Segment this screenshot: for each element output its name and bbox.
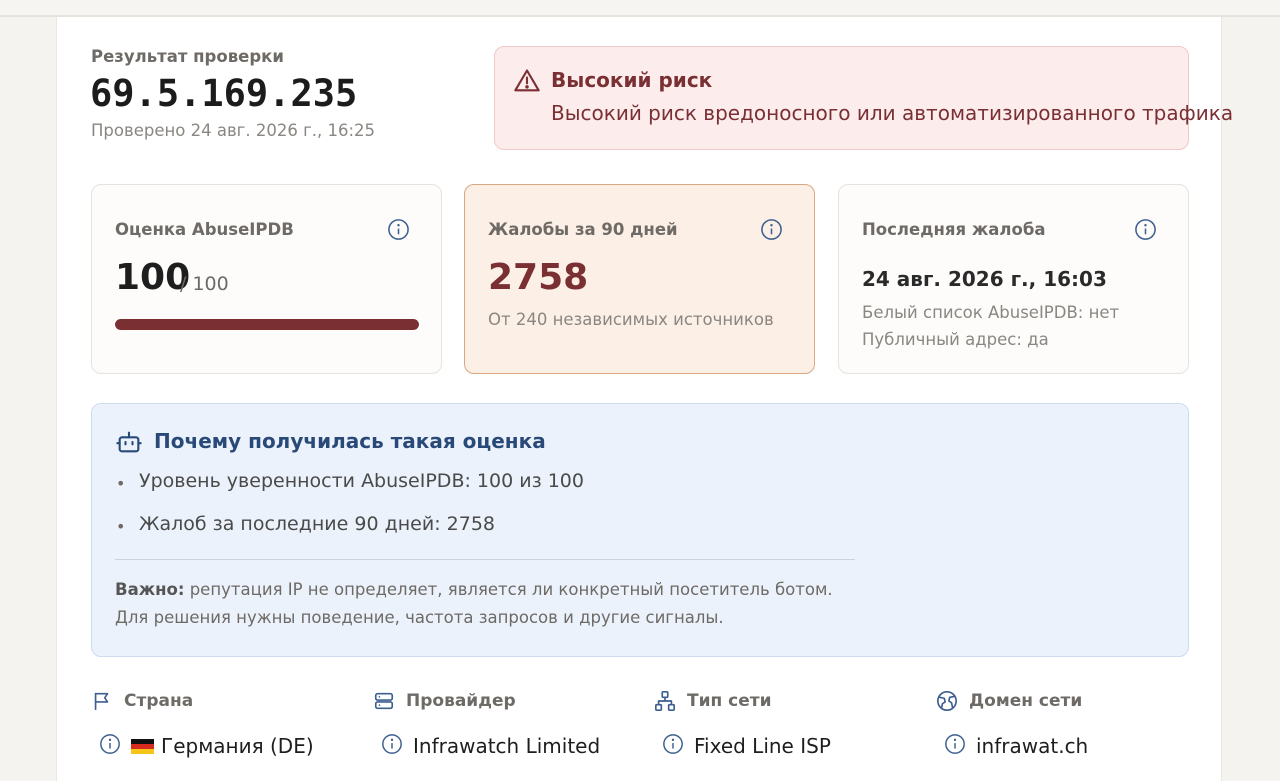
info-icon[interactable] — [99, 733, 121, 755]
globe-icon — [937, 691, 957, 711]
important-note: Важно: репутация IP не определяет, являе… — [115, 576, 835, 632]
info-icon[interactable] — [944, 733, 966, 755]
germany-flag-icon — [131, 739, 154, 754]
network-icon — [655, 691, 675, 711]
meta-value: Infrawatch Limited — [413, 734, 601, 758]
info-icon[interactable] — [1134, 218, 1157, 241]
risk-alert: Высокий риск Высокий риск вредоносного и… — [494, 46, 1233, 150]
note-text: репутация IP не определяет, является ли … — [115, 580, 833, 627]
meta-label: Страна — [124, 691, 194, 711]
flag-icon — [94, 692, 109, 711]
info-icon[interactable] — [381, 733, 403, 755]
public-address-status: Публичный адрес: да — [862, 330, 1049, 349]
explanation-item: Жалоб за последние 90 дней: 2758 — [139, 513, 495, 535]
result-label: Результат проверки — [91, 47, 284, 66]
ip-address: 69.5.169.235 — [90, 72, 358, 115]
top-bar — [0, 0, 1280, 17]
meta-value: Германия (DE) — [131, 734, 314, 758]
card-title: Оценка AbuseIPDB — [115, 220, 294, 239]
card-title: Жалобы за 90 дней — [488, 220, 678, 239]
meta-label: Провайдер — [406, 691, 516, 711]
server-icon — [374, 692, 394, 710]
checked-timestamp: Проверено 24 авг. 2026 г., 16:25 — [91, 121, 376, 140]
note-label: Важно: — [115, 580, 185, 599]
whitelist-status: Белый список AbuseIPDB: нет — [862, 303, 1120, 322]
last-report-card: Последняя жалоба 24 авг. 2026 г., 16:03 … — [838, 184, 1189, 374]
score-progress-bar — [115, 319, 419, 330]
explanation-title: Почему получилась такая оценка — [154, 429, 546, 453]
explanation-item: Уровень уверенности AbuseIPDB: 100 из 10… — [139, 470, 584, 492]
abuse-score-card: Оценка AbuseIPDB 100 / 100 — [91, 184, 442, 374]
reports-card: Жалобы за 90 дней 2758 От 240 независимы… — [464, 184, 815, 374]
bullet: • — [116, 517, 126, 536]
score-explanation: Почему получилась такая оценка • Уровень… — [91, 403, 1189, 657]
info-icon[interactable] — [760, 218, 783, 241]
card-title: Последняя жалоба — [862, 220, 1046, 239]
alert-description: Высокий риск вредоносного или автоматизи… — [551, 101, 1234, 125]
meta-label: Тип сети — [687, 691, 772, 711]
meta-value: infrawat.ch — [976, 734, 1089, 758]
reports-count: 2758 — [488, 257, 589, 298]
country-name: Германия (DE) — [161, 734, 314, 758]
info-icon[interactable] — [387, 218, 410, 241]
result-panel: Результат проверки 69.5.169.235 Проверен… — [56, 17, 1233, 781]
score-value: 100 — [115, 257, 191, 298]
alert-title: Высокий риск — [551, 68, 713, 92]
warning-triangle-icon — [514, 69, 540, 92]
robot-icon — [116, 431, 142, 453]
meta-value: Fixed Line ISP — [694, 734, 831, 758]
score-max: / 100 — [180, 273, 229, 295]
info-icon[interactable] — [662, 733, 684, 755]
divider — [115, 559, 855, 560]
meta-label: Домен сети — [969, 691, 1083, 711]
bullet: • — [116, 474, 126, 493]
score-progress-fill — [115, 319, 419, 330]
last-report-date: 24 авг. 2026 г., 16:03 — [862, 267, 1107, 291]
reports-sources: От 240 независимых источников — [488, 310, 774, 329]
